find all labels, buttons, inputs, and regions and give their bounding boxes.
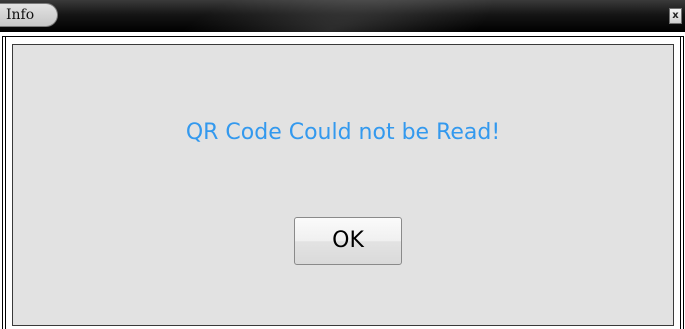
dialog-content: QR Code Could not be Read! OK [12, 44, 674, 326]
error-message: QR Code Could not be Read! [185, 120, 501, 145]
window-frame-right [680, 36, 684, 329]
title-tab: Info [0, 3, 58, 27]
close-icon: x [672, 10, 679, 21]
ok-button[interactable]: OK [294, 217, 402, 265]
title-bar-sheen [151, 0, 509, 32]
window-title: Info [6, 7, 35, 23]
close-button[interactable]: x [669, 8, 682, 24]
title-bar[interactable]: Info x [0, 0, 685, 32]
info-dialog-window: Info x QR Code Could not be Read! OK [0, 0, 685, 329]
window-frame-top [2, 36, 684, 37]
window-frame-left [2, 36, 6, 329]
